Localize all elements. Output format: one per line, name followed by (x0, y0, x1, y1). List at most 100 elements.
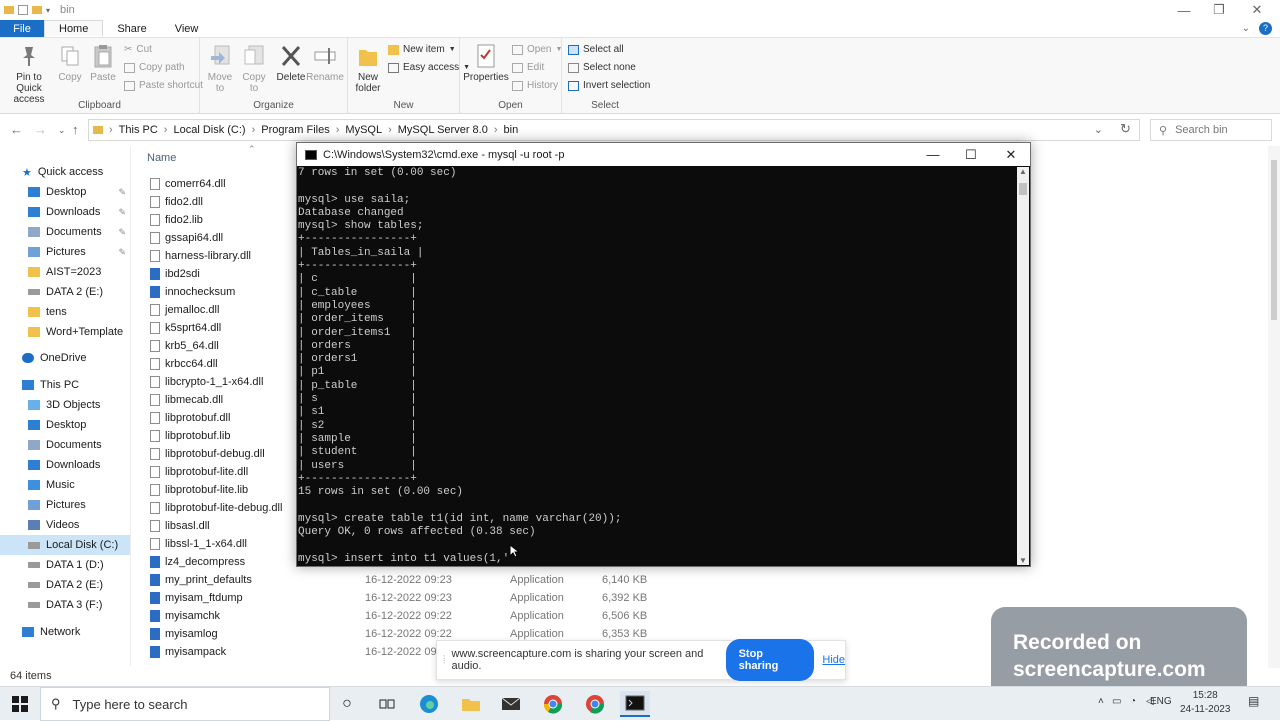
invert-selection-button[interactable]: Invert selection (568, 80, 650, 91)
refresh-icon[interactable]: ↻ (1120, 121, 1131, 137)
properties-quick-icon[interactable] (18, 5, 28, 15)
nav-aist[interactable]: AIST=2023 (0, 262, 130, 282)
minimize-button[interactable]: — (1165, 0, 1203, 20)
nav-data3[interactable]: DATA 3 (F:) (0, 595, 130, 615)
cortana-icon[interactable]: ○ (334, 691, 360, 717)
mail-icon[interactable] (498, 691, 524, 717)
nav-data1[interactable]: DATA 1 (D:) (0, 555, 130, 575)
scroll-thumb[interactable] (1019, 183, 1027, 195)
scroll-up-icon[interactable]: ▲ (1019, 167, 1027, 176)
edge-icon[interactable] (416, 691, 442, 717)
breadcrumb-program-files[interactable]: Program Files (261, 124, 329, 136)
wifi-icon[interactable]: ◔ (1130, 696, 1136, 707)
cmd-window[interactable]: C:\Windows\System32\cmd.exe - mysql -u r… (296, 142, 1031, 567)
chevron-down-icon[interactable]: ▾ (46, 6, 50, 15)
new-folder-quick-icon[interactable] (32, 6, 42, 14)
open-button[interactable]: Open ▼ (512, 44, 562, 55)
move-to-button[interactable]: Move to (206, 42, 234, 94)
hide-link[interactable]: Hide (822, 654, 845, 666)
tab-file[interactable]: File (0, 20, 44, 37)
file-row[interactable]: my_print_defaults 16-12-2022 09:23 Applica… (150, 571, 670, 589)
chrome-profile-icon[interactable] (582, 691, 608, 717)
nav-this-pc[interactable]: This PC (0, 375, 130, 395)
nav-network[interactable]: Network (0, 622, 130, 642)
scroll-down-icon[interactable]: ▼ (1019, 556, 1027, 565)
breadcrumb-local-disk[interactable]: Local Disk (C:) (173, 124, 245, 136)
nav-pc-desktop[interactable]: Desktop (0, 415, 130, 435)
cut-button[interactable]: ✂ Cut (124, 44, 152, 55)
drag-handle-icon[interactable]: ⦙ (443, 654, 445, 667)
edit-button[interactable]: Edit (512, 62, 544, 73)
history-button[interactable]: History (512, 80, 558, 91)
cmd-maximize-button[interactable]: ☐ (951, 143, 991, 166)
properties-button[interactable]: Properties (463, 42, 509, 83)
nav-data2-quick[interactable]: DATA 2 (E:) (0, 282, 130, 302)
pin-quick-access-button[interactable]: Pin to Quick access (4, 42, 54, 105)
scroll-thumb[interactable] (1271, 160, 1277, 320)
nav-music[interactable]: Music (0, 475, 130, 495)
windows-start-icon[interactable] (12, 696, 28, 712)
recent-locations-icon[interactable]: ⌄ (58, 125, 66, 136)
tab-view[interactable]: View (161, 20, 213, 37)
explorer-scrollbar[interactable] (1268, 146, 1280, 668)
cmd-close-button[interactable]: ✕ (991, 143, 1031, 166)
nav-documents[interactable]: Documents ✎ (0, 222, 130, 242)
nav-pc-documents[interactable]: Documents (0, 435, 130, 455)
chevron-up-icon[interactable]: ˄ (1098, 696, 1104, 707)
cmd-minimize-button[interactable]: — (913, 143, 953, 166)
chrome-icon[interactable] (540, 691, 566, 717)
copy-to-button[interactable]: Copy to (240, 42, 268, 94)
breadcrumb-bin[interactable]: bin (504, 124, 519, 136)
breadcrumb-mysql-server[interactable]: MySQL Server 8.0 (398, 124, 488, 136)
nav-videos[interactable]: Videos (0, 515, 130, 535)
nav-3d-objects[interactable]: 3D Objects (0, 395, 130, 415)
delete-button[interactable]: Delete (276, 42, 306, 83)
breadcrumb-this-pc[interactable]: This PC (119, 124, 158, 136)
maximize-button[interactable]: ❐ (1200, 0, 1238, 20)
nav-local-disk[interactable]: Local Disk (C:) (0, 535, 130, 555)
up-arrow-icon[interactable]: ↑ (72, 122, 79, 137)
notifications-icon[interactable]: ▤ (1248, 694, 1259, 708)
nav-pictures[interactable]: Pictures ✎ (0, 242, 130, 262)
easy-access-button[interactable]: Easy access ▼ (388, 62, 470, 73)
terminal-output[interactable]: 7 rows in set (0.00 sec) mysql> use sail… (297, 167, 1017, 565)
cmd-scrollbar[interactable]: ▲ ▼ (1017, 167, 1029, 565)
copy-path-button[interactable]: Copy path (124, 62, 185, 73)
address-bar[interactable]: › This PC › Local Disk (C:) › Program File… (88, 119, 1140, 141)
paste-button[interactable]: Paste (90, 42, 116, 83)
taskbar-search[interactable]: ⚲ Type here to search (40, 687, 330, 721)
nav-tens[interactable]: tens (0, 302, 130, 322)
nav-downloads[interactable]: Downloads ✎ (0, 202, 130, 222)
cmd-taskbar-icon[interactable] (620, 691, 650, 717)
column-header-name[interactable]: Name (147, 152, 176, 164)
nav-onedrive[interactable]: OneDrive (0, 348, 130, 368)
chevron-down-icon[interactable]: ⌄ (1242, 23, 1250, 34)
nav-data2[interactable]: DATA 2 (E:) (0, 575, 130, 595)
tab-share[interactable]: Share (103, 20, 160, 37)
tab-home[interactable]: Home (44, 20, 104, 37)
battery-icon[interactable]: ▭ (1112, 696, 1121, 707)
nav-pc-downloads[interactable]: Downloads (0, 455, 130, 475)
select-all-button[interactable]: Select all (568, 44, 624, 55)
file-row[interactable]: myisamchk 16-12-2022 09:22 Application 6,50… (150, 607, 670, 625)
select-none-button[interactable]: Select none (568, 62, 636, 73)
taskbar-clock[interactable]: 15:28 24-11-2023 (1180, 689, 1230, 717)
forward-arrow-icon[interactable]: → (34, 122, 47, 137)
back-arrow-icon[interactable]: ← (10, 122, 23, 137)
nav-desktop[interactable]: Desktop ✎ (0, 182, 130, 202)
chevron-down-icon[interactable]: ⌄ (1094, 123, 1103, 136)
nav-quick-access[interactable]: ★ Quick access (0, 162, 130, 182)
breadcrumb-mysql[interactable]: MySQL (345, 124, 382, 136)
nav-pc-pictures[interactable]: Pictures (0, 495, 130, 515)
search-input[interactable]: ⚲ Search bin (1150, 119, 1272, 141)
rename-button[interactable]: Rename (306, 42, 344, 83)
stop-sharing-button[interactable]: Stop sharing (725, 639, 815, 681)
file-explorer-icon[interactable] (458, 691, 484, 717)
help-icon[interactable]: ? (1259, 22, 1272, 35)
task-view-icon[interactable] (374, 691, 400, 717)
cmd-title-bar[interactable]: C:\Windows\System32\cmd.exe - mysql -u r… (297, 143, 1030, 166)
new-item-button[interactable]: New item ▼ (388, 44, 456, 55)
file-row[interactable]: myisam_ftdump 16-12-2022 09:23 Application… (150, 589, 670, 607)
paste-shortcut-button[interactable]: Paste shortcut (124, 80, 203, 91)
nav-word-template[interactable]: Word+Template (0, 322, 130, 342)
